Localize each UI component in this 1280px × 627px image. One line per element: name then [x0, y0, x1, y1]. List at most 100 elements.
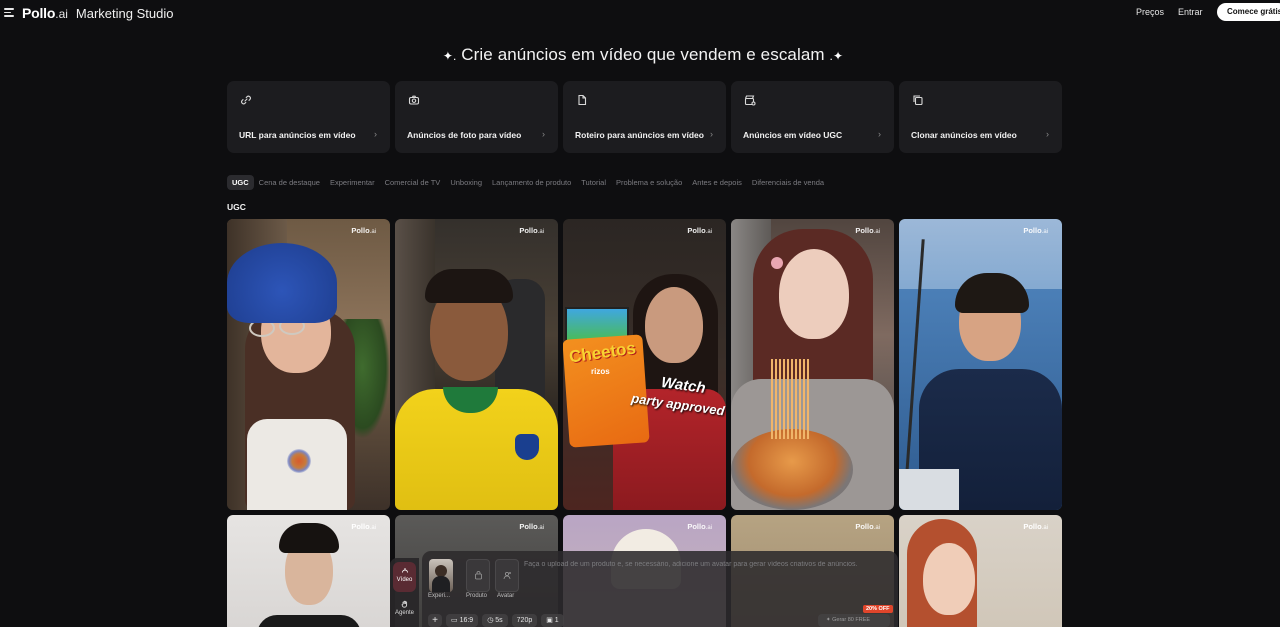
video-mode-icon — [401, 568, 408, 573]
stack-icon: ▣ — [546, 617, 555, 624]
clapperboard-icon — [744, 95, 756, 106]
tab-tutorial[interactable]: Tutorial — [576, 175, 611, 190]
product-upload-button[interactable] — [466, 559, 490, 592]
experiment-label: Experi... — [428, 593, 451, 599]
generate-label: Gerar — [832, 617, 847, 623]
hamburger-menu-icon[interactable] — [4, 8, 14, 17]
tab-try-on[interactable]: Experimentar — [325, 175, 380, 190]
composer-toolbar: + ▭ 16:9 ◷ 5s 720p ▣ 1 — [428, 614, 564, 627]
watermark: Pollo.ai — [855, 522, 880, 531]
face — [923, 543, 975, 615]
video-tile[interactable]: Pollo.ai — [227, 515, 390, 627]
tab-product-launch[interactable]: Lançamento de produto — [487, 175, 576, 190]
hair-clip — [771, 257, 783, 269]
cheetos-variant: rizos — [591, 367, 610, 376]
hair — [425, 269, 513, 303]
start-free-button[interactable]: Comece grátis — [1217, 3, 1280, 21]
video-tile[interactable]: Cheetos rizos Watch party approved Pollo… — [563, 219, 726, 510]
watermark: Pollo.ai — [687, 522, 712, 531]
video-tile[interactable]: Pollo.ai — [899, 515, 1062, 627]
nav-pricing-link[interactable]: Preços — [1136, 7, 1164, 17]
card-photo-to-video[interactable]: Anúncios de foto para vídeo › — [395, 81, 558, 153]
swirl-print — [287, 449, 311, 473]
watermark: Pollo.ai — [351, 522, 376, 531]
hero-title-text: Crie anúncios em vídeo que vendem e esca… — [461, 45, 825, 64]
video-tile[interactable]: Pollo.ai — [395, 219, 558, 510]
agent-hand-icon — [401, 600, 407, 608]
tab-ugc[interactable]: UGC — [227, 175, 254, 190]
noodles — [771, 359, 811, 439]
video-tile[interactable]: Pollo.ai — [731, 219, 894, 510]
mode-agent-label: Agente — [394, 610, 415, 616]
hero-title: ✦. Crie anúncios em vídeo que vendem e e… — [0, 45, 1280, 65]
prompt-composer: Experi... Produto Avatar 20% OFF + ▭ 16:… — [422, 551, 898, 627]
tab-unboxing[interactable]: Unboxing — [445, 175, 487, 190]
mode-video-button[interactable]: Vídeo — [393, 562, 416, 592]
tab-highlight-scene[interactable]: Cena de destaque — [254, 175, 325, 190]
card-label: Roteiro para anúncios em vídeo — [575, 130, 704, 140]
avatar-add-icon — [503, 571, 511, 580]
video-tile[interactable]: Pollo.ai — [899, 219, 1062, 510]
tab-tv-commercial[interactable]: Comercial de TV — [380, 175, 446, 190]
avatar-label: Avatar — [497, 593, 515, 599]
duration-value: 5s — [495, 617, 503, 624]
watermark: Pollo.ai — [519, 226, 544, 235]
add-button[interactable]: + — [428, 614, 442, 627]
card-script-to-video[interactable]: Roteiro para anúncios em vídeo › — [563, 81, 726, 153]
count-value: 1 — [554, 617, 559, 624]
hair — [279, 523, 339, 553]
brand-logo[interactable]: Pollo .ai Marketing Studio — [22, 5, 173, 21]
video-tile[interactable]: Pollo.ai — [227, 219, 390, 510]
watermark: Pollo.ai — [1023, 522, 1048, 531]
shopping-bag-icon — [475, 571, 482, 580]
experiment-thumbnail[interactable] — [429, 559, 453, 592]
tab-selling-points[interactable]: Diferenciais de venda — [747, 175, 829, 190]
generate-cost: 80 FREE — [847, 617, 871, 623]
tab-before-after[interactable]: Antes e depois — [687, 175, 747, 190]
avatar-body — [432, 576, 450, 592]
nav-login-link[interactable]: Entrar — [1178, 7, 1203, 17]
chevron-right-icon: › — [710, 129, 713, 139]
document-icon — [578, 94, 587, 106]
mode-video-label: Vídeo — [396, 577, 413, 583]
feature-cards: URL para anúncios em vídeo › Anúncios de… — [227, 81, 1062, 153]
mode-agent-button[interactable]: Agente — [393, 595, 416, 625]
avatar-upload-button[interactable] — [495, 559, 519, 592]
chevron-right-icon: › — [1046, 129, 1049, 139]
jersey-crest — [515, 434, 539, 460]
aspect-ratio-select[interactable]: ▭ 16:9 — [446, 614, 479, 627]
hair — [955, 273, 1029, 313]
chevron-right-icon: › — [878, 129, 881, 139]
tab-problem-solution[interactable]: Problema e solução — [611, 175, 687, 190]
product-label: Produto — [466, 593, 488, 599]
resolution-select[interactable]: 720p — [511, 614, 538, 627]
sparkle-right-icon: .✦ — [829, 49, 844, 63]
category-tabs: UGC Cena de destaque Experimentar Comerc… — [227, 175, 829, 190]
noodle-pot — [731, 429, 853, 510]
prompt-input[interactable] — [524, 561, 884, 568]
count-select[interactable]: ▣ 1 — [541, 614, 564, 627]
discount-badge: 20% OFF — [863, 605, 893, 613]
card-label: Clonar anúncios em vídeo — [911, 130, 1017, 140]
studio-title: Marketing Studio — [75, 6, 174, 21]
watermark: Pollo.ai — [519, 522, 544, 531]
generate-button[interactable]: ✦ Gerar 80 FREE — [818, 614, 890, 627]
card-label: Anúncios em vídeo UGC — [743, 130, 843, 140]
watermark: Pollo.ai — [687, 226, 712, 235]
sparkle-left-icon: ✦. — [442, 49, 457, 63]
chevron-right-icon: › — [542, 129, 545, 139]
duration-select[interactable]: ◷ 5s — [482, 614, 508, 627]
face — [645, 287, 703, 363]
card-clone-video[interactable]: Clonar anúncios em vídeo › — [899, 81, 1062, 153]
watermark: Pollo.ai — [1023, 226, 1048, 235]
blue-beanie — [227, 243, 337, 323]
section-title: UGC — [227, 202, 246, 212]
boat-edge — [899, 469, 959, 510]
aspect-ratio-value: 16:9 — [459, 617, 474, 624]
watermark: Pollo.ai — [855, 226, 880, 235]
card-ugc-video[interactable]: Anúncios em vídeo UGC › — [731, 81, 894, 153]
logo-suffix: .ai — [55, 7, 68, 21]
card-url-to-video[interactable]: URL para anúncios em vídeo › — [227, 81, 390, 153]
link-icon — [241, 95, 251, 105]
top-header: Pollo .ai Marketing Studio Preços Entrar… — [0, 0, 1280, 26]
